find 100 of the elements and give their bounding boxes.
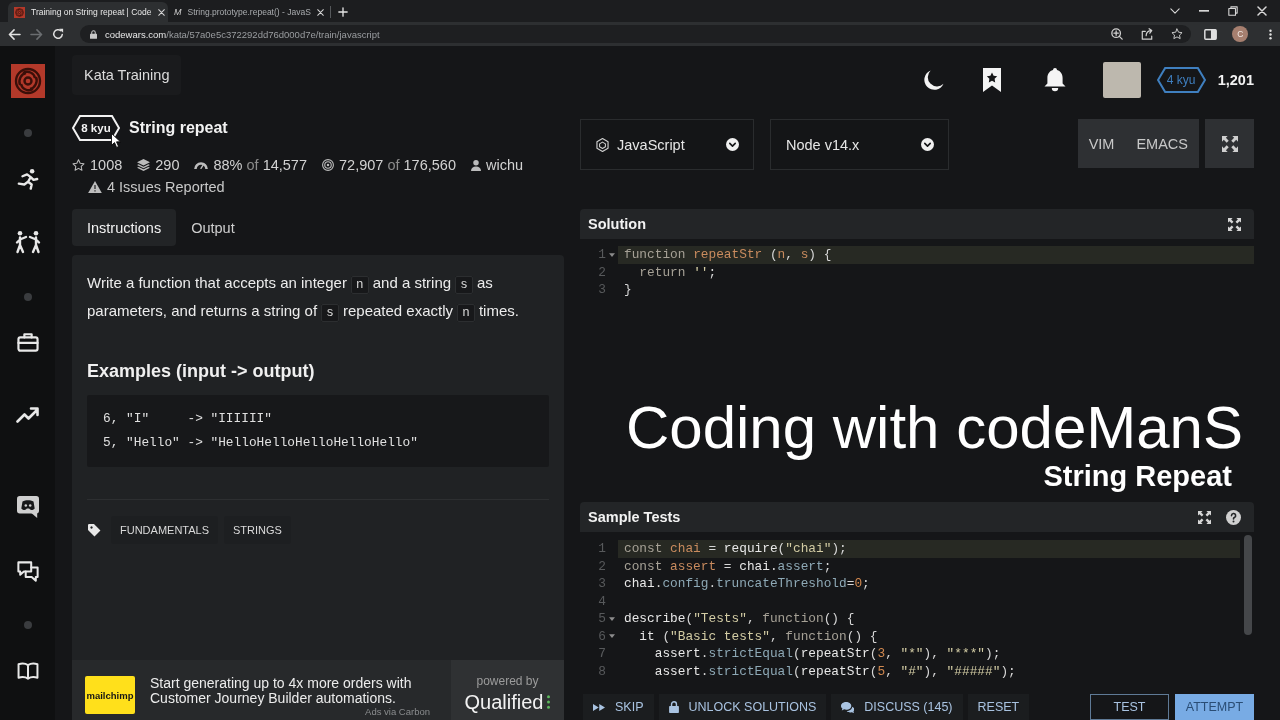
overlay-title: Coding with codeManS [625,396,1243,460]
running-figure-icon[interactable] [16,168,39,190]
close-icon[interactable] [157,8,165,16]
code-line: return ''; [638,263,718,281]
chat-bubbles-icon[interactable] [16,561,39,583]
language-dropdown[interactable]: JavaScript [580,119,754,170]
lock-icon [668,701,679,713]
fold-caret-icon[interactable] [609,634,615,639]
honor-points: 1,201 [1217,72,1254,88]
tag-icon [88,523,101,537]
examples-heading: Examples (input -> output) [87,360,316,383]
kata-title: String repeat [129,119,228,137]
overlay-subtitle: String Repeat [1043,460,1232,492]
code-line: } [623,281,633,299]
line-number: 1 [597,246,606,264]
sparring-figures-icon[interactable] [14,230,41,254]
person-icon [470,159,481,171]
back-arrow-icon[interactable] [8,28,21,40]
close-icon[interactable] [316,8,324,16]
editor-mode-button[interactable]: VIM [1077,119,1126,168]
collections-count: 290 [155,157,180,173]
expand-icon[interactable] [1198,510,1211,524]
skip-button[interactable]: SKIP [583,694,654,720]
line-number: 1 [597,540,606,558]
mouse-cursor-icon [111,133,121,148]
reload-icon[interactable] [52,28,64,40]
expand-icon[interactable] [1228,217,1241,231]
trend-up-icon[interactable] [15,407,40,423]
editor-mode-button[interactable]: EMACS [1125,119,1199,168]
line-number: 2 [597,263,606,281]
target-icon [322,159,334,171]
code-line: it ("Basic tests", function() { [638,627,879,645]
fold-caret-icon[interactable] [609,252,615,257]
scrollbar[interactable] [1244,535,1252,635]
reset-button[interactable]: RESET [967,694,1030,720]
chat-icon [841,701,855,713]
bookmark-star-icon[interactable] [982,68,1001,92]
kebab-menu-icon[interactable] [1269,28,1272,40]
star-outline-icon[interactable] [1171,28,1184,40]
issues-link[interactable]: 4 Issues Reported [107,179,225,195]
chevron-circle-icon [921,138,934,151]
fast-forward-icon [593,703,605,711]
ad-credit[interactable]: Ads via Carbon [365,706,430,717]
code-line: assert.strictEqual(repeatStr(5, "#"), "#####"); [653,662,1017,680]
lock-icon[interactable] [90,29,97,39]
app-logo-icon[interactable] [10,64,45,98]
dot-icon [23,129,32,137]
attempt-button[interactable]: ATTEMPT [1175,694,1254,720]
ad-logo[interactable]: mailchimp [85,676,135,714]
close-icon[interactable] [1257,6,1267,16]
restore-icon[interactable] [1228,6,1238,16]
test-button[interactable]: TEST [1090,694,1169,720]
page-title: Kata Training [72,55,182,95]
gauge-icon [194,161,209,169]
satisfaction-rating: 88% of 14,577 [213,157,307,173]
rank-badge: 8 kyu [72,115,120,141]
open-book-icon[interactable] [16,662,39,680]
hexagon-icon [596,137,609,152]
code-line: assert.strictEqual(repeatStr(3, "*"), "***"); [653,645,1002,663]
code-line: 6, "I" -> "IIIIII" [103,410,273,428]
ad-banner[interactable]: mailchimp Start generating up to 4x more orders with Customer Journey Builder automations. Ads via Carbon [72,660,451,720]
browser-tab[interactable]: M String.prototype.repeat() - JavaS [168,2,328,22]
sidebar-icon[interactable] [1204,28,1218,40]
unlock-solutions-button[interactable]: UNLOCK SOLUTIONS [658,694,827,720]
bell-icon[interactable] [1043,68,1066,92]
fullscreen-button[interactable] [1205,119,1254,168]
sponsor-name: Qualified [464,690,544,714]
chevron-down-icon[interactable] [1170,8,1180,14]
line-number: 8 [597,662,606,680]
author-name[interactable]: wichu [485,157,524,173]
line-number: 3 [597,281,606,299]
chat-face-icon[interactable] [16,496,39,518]
discuss-button[interactable]: DISCUSS (145) [831,694,963,720]
line-number: 7 [597,645,606,663]
share-icon[interactable] [1141,28,1154,40]
expand-icon [1221,135,1238,152]
panel-title: Sample Tests [588,509,682,525]
panel-tab[interactable]: Instructions [72,209,177,246]
code-line: const assert = chai.assert; [623,557,833,575]
line-number: 5 [597,610,606,628]
plus-icon[interactable] [338,7,348,17]
code-line: describe("Tests", function() { [623,610,856,628]
sponsor-panel[interactable]: powered by Qualified [451,660,564,720]
ad-text[interactable]: Start generating up to 4x more orders with Customer Journey Builder automations. [150,676,430,706]
help-icon[interactable] [1226,509,1241,525]
moon-icon[interactable] [922,69,944,91]
app-logo-icon [14,6,25,18]
star-outline-icon [72,158,85,172]
avatar-photo[interactable] [1102,62,1141,98]
panel-tab[interactable]: Output [176,209,250,246]
layers-icon [137,159,151,171]
browser-tab[interactable]: Training on String repeat | Code [8,2,168,22]
address-field[interactable]: codewars.com/kata/57a0e5c372292dd76d000d7e/train/javascript [80,25,1192,43]
version-dropdown[interactable]: Node v14.x [770,119,949,170]
panel-title: Solution [588,216,647,232]
instructions-text: Write a function that accepts an integer n and a string s as parameters, and returns a string of s repeated exactly n times. [87,273,520,324]
zoom-in-icon[interactable] [1111,28,1124,40]
briefcase-icon[interactable] [16,332,39,352]
fold-caret-icon[interactable] [609,616,615,621]
line-number: 6 [597,627,606,645]
